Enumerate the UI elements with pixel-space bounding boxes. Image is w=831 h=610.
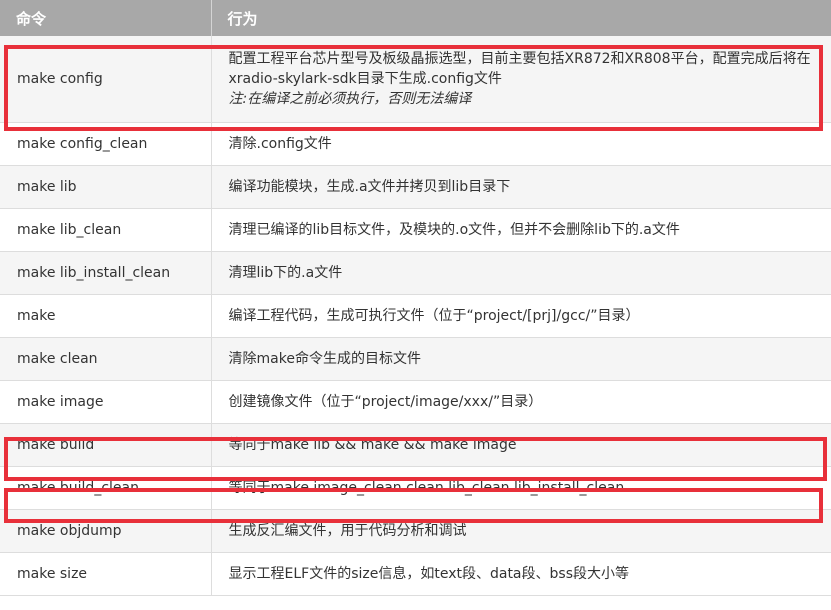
action-cell: 清除.config文件	[211, 122, 831, 166]
table-row: make build_clean 等同于make image_clean cle…	[0, 466, 831, 510]
table-header-row: 命令 行为	[0, 0, 831, 36]
command-cell: make lib_clean	[0, 208, 212, 252]
table-row: make lib_clean 清理已编译的lib目标文件，及模块的.o文件，但并…	[0, 208, 831, 252]
command-cell: make config	[0, 36, 212, 123]
table-row: make image 创建镜像文件（位于“project/image/xxx/”…	[0, 380, 831, 424]
header-action: 行为	[211, 0, 831, 36]
command-cell: make size	[0, 552, 212, 596]
table-row: make clean 清除make命令生成的目标文件	[0, 337, 831, 381]
command-cell: make lib	[0, 165, 212, 209]
command-cell: make config_clean	[0, 122, 212, 166]
action-cell: 清除make命令生成的目标文件	[211, 337, 831, 381]
command-cell: make build	[0, 423, 212, 467]
command-cell: make objdump	[0, 509, 212, 553]
command-table: 命令 行为 make config 配置工程平台芯片型号及板级晶振选型，目前主要…	[0, 0, 831, 596]
action-cell: 等同于make lib && make && make image	[211, 423, 831, 467]
action-cell: 清理lib下的.a文件	[211, 251, 831, 295]
action-cell: 清理已编译的lib目标文件，及模块的.o文件，但并不会删除lib下的.a文件	[211, 208, 831, 252]
table-row: make build 等同于make lib && make && make i…	[0, 423, 831, 467]
table-row: make size 显示工程ELF文件的size信息，如text段、data段、…	[0, 552, 831, 596]
command-cell: make build_clean	[0, 466, 212, 510]
action-cell: 显示工程ELF文件的size信息，如text段、data段、bss段大小等	[211, 552, 831, 596]
header-command: 命令	[0, 0, 212, 36]
command-cell: make clean	[0, 337, 212, 381]
table-row: make config_clean 清除.config文件	[0, 122, 831, 166]
action-cell: 编译工程代码，生成可执行文件（位于“project/[prj]/gcc/”目录）	[211, 294, 831, 338]
action-note: 注:在编译之前必须执行，否则无法编译	[228, 91, 472, 107]
action-cell: 编译功能模块，生成.a文件并拷贝到lib目录下	[211, 165, 831, 209]
command-cell: make	[0, 294, 212, 338]
table-row: make lib_install_clean 清理lib下的.a文件	[0, 251, 831, 295]
table-row: make 编译工程代码，生成可执行文件（位于“project/[prj]/gcc…	[0, 294, 831, 338]
table-row: make objdump 生成反汇编文件，用于代码分析和调试	[0, 509, 831, 553]
table-row: make config 配置工程平台芯片型号及板级晶振选型，目前主要包括XR87…	[0, 36, 831, 123]
action-text: 配置工程平台芯片型号及板级晶振选型，目前主要包括XR872和XR808平台，配置…	[228, 51, 811, 87]
command-cell: make lib_install_clean	[0, 251, 212, 295]
action-cell: 生成反汇编文件，用于代码分析和调试	[211, 509, 831, 553]
action-cell: 等同于make image_clean clean lib_clean lib_…	[211, 466, 831, 510]
command-cell: make image	[0, 380, 212, 424]
table-row: make lib 编译功能模块，生成.a文件并拷贝到lib目录下	[0, 165, 831, 209]
action-cell: 配置工程平台芯片型号及板级晶振选型，目前主要包括XR872和XR808平台，配置…	[211, 36, 831, 123]
action-cell: 创建镜像文件（位于“project/image/xxx/”目录）	[211, 380, 831, 424]
